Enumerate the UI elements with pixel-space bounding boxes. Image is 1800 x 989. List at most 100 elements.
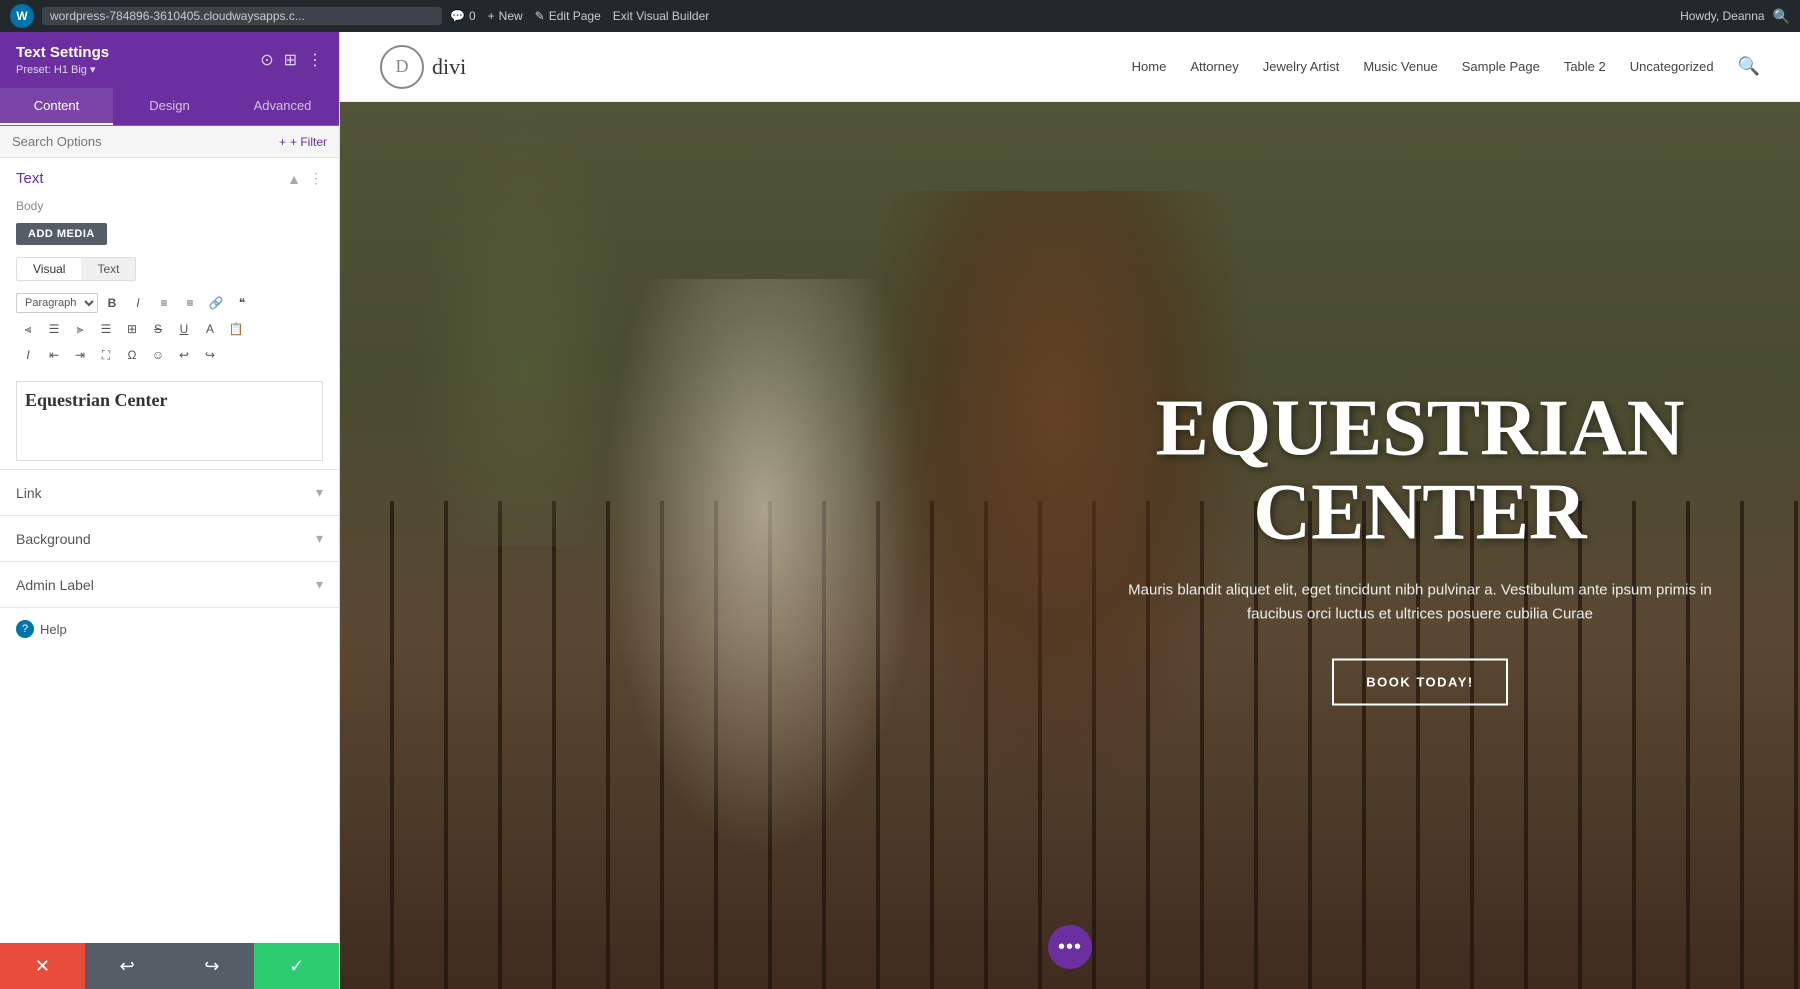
table-button[interactable]: ⊞ (120, 317, 144, 341)
blockquote-button[interactable]: ❝ (230, 291, 254, 315)
undo-icon: ↩ (120, 956, 135, 977)
indent-right-button[interactable]: ⇥ (68, 343, 92, 367)
add-media-button[interactable]: ADD MEDIA (16, 223, 107, 245)
hero-title: EQUESTRIAN CENTER (1120, 386, 1720, 554)
omega-button[interactable]: Ω (120, 343, 144, 367)
text-color-button[interactable]: A (198, 317, 222, 341)
focus-icon[interactable]: ⊙ (260, 50, 273, 70)
main-layout: Text Settings Preset: H1 Big ▾ ⊙ ⊞ ⋮ Con… (0, 32, 1800, 989)
admin-bar-items: 💬 0 + New ✎ Edit Page Exit Visual Builde… (450, 9, 709, 23)
panel-header-icons: ⊙ ⊞ ⋮ (260, 50, 323, 70)
nav-uncategorized[interactable]: Uncategorized (1630, 59, 1714, 74)
italic-button[interactable]: I (126, 291, 150, 315)
redo-editor-button[interactable]: ↪ (198, 343, 222, 367)
justify-button[interactable]: ☰ (94, 317, 118, 341)
cancel-icon: ✕ (35, 956, 50, 977)
comments-button[interactable]: 💬 0 (450, 9, 476, 23)
text-tab[interactable]: Text (81, 258, 135, 280)
redo-icon: ↪ (204, 956, 219, 977)
admin-label-chevron-icon: ▾ (316, 576, 323, 593)
editor-tabs: Visual Text (16, 257, 136, 281)
help-button[interactable]: Help (40, 622, 67, 637)
nav-table-2[interactable]: Table 2 (1564, 59, 1606, 74)
more-icon[interactable]: ⋮ (307, 50, 323, 70)
nav-search-icon[interactable]: 🔍 (1738, 56, 1760, 77)
panel-content: Text ▲ ⋮ Body ADD MEDIA Visual Text (0, 158, 339, 943)
ordered-list-button[interactable]: ≡ (178, 291, 202, 315)
tab-content[interactable]: Content (0, 88, 113, 125)
link-label: Link (16, 485, 42, 501)
site-url[interactable]: wordpress-784896-3610405.cloudwaysapps.c… (42, 7, 442, 25)
wp-logo-icon[interactable]: W (10, 4, 34, 28)
search-input[interactable] (12, 134, 279, 149)
book-today-button[interactable]: BOOK TODAY! (1332, 658, 1508, 705)
align-center-button[interactable]: ☰ (42, 317, 66, 341)
panel-title-group: Text Settings Preset: H1 Big ▾ (16, 44, 109, 76)
redo-button[interactable]: ↪ (170, 943, 255, 989)
tree-left (413, 102, 632, 546)
floating-menu-button[interactable]: ••• (1048, 925, 1092, 969)
wp-admin-bar: W wordpress-784896-3610405.cloudwaysapps… (0, 0, 1800, 32)
logo-text: divi (432, 54, 466, 80)
cancel-button[interactable]: ✕ (0, 943, 85, 989)
undo-editor-button[interactable]: ↩ (172, 343, 196, 367)
admin-label-text: Admin Label (16, 577, 94, 593)
nav-attorney[interactable]: Attorney (1190, 59, 1238, 74)
panel-search-bar: + + Filter (0, 126, 339, 158)
tab-design[interactable]: Design (113, 88, 226, 125)
strikethrough-button[interactable]: S (146, 317, 170, 341)
edit-page-button[interactable]: ✎ Edit Page (535, 9, 601, 23)
link-button[interactable]: 🔗 (204, 291, 228, 315)
columns-icon[interactable]: ⊞ (284, 50, 297, 70)
italic2-button[interactable]: I (16, 343, 40, 367)
panel-header: Text Settings Preset: H1 Big ▾ ⊙ ⊞ ⋮ (0, 32, 339, 88)
nav-music-venue[interactable]: Music Venue (1363, 59, 1437, 74)
nav-home[interactable]: Home (1132, 59, 1167, 74)
align-left-button[interactable]: ⫷ (16, 317, 40, 341)
fullscreen-button[interactable]: ⛶ (94, 343, 118, 367)
underline-button[interactable]: U (172, 317, 196, 341)
visual-tab[interactable]: Visual (17, 258, 81, 280)
preset-dropdown-icon: ▾ (90, 64, 96, 76)
bottom-action-bar: ✕ ↩ ↪ ✓ (0, 943, 339, 989)
hero-subtitle: Mauris blandit aliquet elit, eget tincid… (1120, 578, 1720, 626)
section-more-icon[interactable]: ⋮ (309, 170, 323, 187)
hero-section: EQUESTRIAN CENTER Mauris blandit aliquet… (340, 102, 1800, 989)
help-section: ? Help (0, 607, 339, 650)
bold-button[interactable]: B (100, 291, 124, 315)
background-label: Background (16, 531, 91, 547)
toolbar-row-3: I ⇤ ⇥ ⛶ Ω ☺ ↩ ↪ (16, 343, 323, 367)
right-content: D divi Home Attorney Jewelry Artist Musi… (340, 32, 1800, 989)
panel-preset[interactable]: Preset: H1 Big ▾ (16, 63, 109, 76)
body-label: Body (0, 195, 339, 217)
text-section-header: Text ▲ ⋮ (0, 158, 339, 195)
exit-builder-button[interactable]: Exit Visual Builder (613, 9, 710, 23)
paragraph-select[interactable]: Paragraph Heading 1 Heading 2 (16, 293, 98, 313)
text-section-title: Text (16, 170, 44, 187)
nav-sample-page[interactable]: Sample Page (1462, 59, 1540, 74)
nav-jewelry-artist[interactable]: Jewelry Artist (1263, 59, 1340, 74)
undo-button[interactable]: ↩ (85, 943, 170, 989)
filter-button[interactable]: + + Filter (279, 135, 327, 149)
wp-nav: D divi Home Attorney Jewelry Artist Musi… (340, 32, 1800, 102)
left-panel: Text Settings Preset: H1 Big ▾ ⊙ ⊞ ⋮ Con… (0, 32, 340, 989)
link-section[interactable]: Link ▾ (0, 469, 339, 515)
unordered-list-button[interactable]: ≡ (152, 291, 176, 315)
new-button[interactable]: + New (488, 9, 523, 23)
emoji-button[interactable]: ☺ (146, 343, 170, 367)
text-section: Text ▲ ⋮ Body ADD MEDIA Visual Text (0, 158, 339, 461)
panel-title: Text Settings (16, 44, 109, 61)
tab-advanced[interactable]: Advanced (226, 88, 339, 125)
text-section-icons: ▲ ⋮ (287, 170, 323, 187)
admin-label-section[interactable]: Admin Label ▾ (0, 561, 339, 607)
align-right-button[interactable]: ⫸ (68, 317, 92, 341)
background-section[interactable]: Background ▾ (0, 515, 339, 561)
paste-button[interactable]: 📋 (224, 317, 248, 341)
admin-search-icon[interactable]: 🔍 (1773, 8, 1790, 25)
link-chevron-icon: ▾ (316, 484, 323, 501)
save-button[interactable]: ✓ (254, 943, 339, 989)
collapse-icon[interactable]: ▲ (287, 171, 301, 187)
indent-left-button[interactable]: ⇤ (42, 343, 66, 367)
logo-circle: D (380, 45, 424, 89)
editor-content[interactable]: Equestrian Center (16, 381, 323, 461)
